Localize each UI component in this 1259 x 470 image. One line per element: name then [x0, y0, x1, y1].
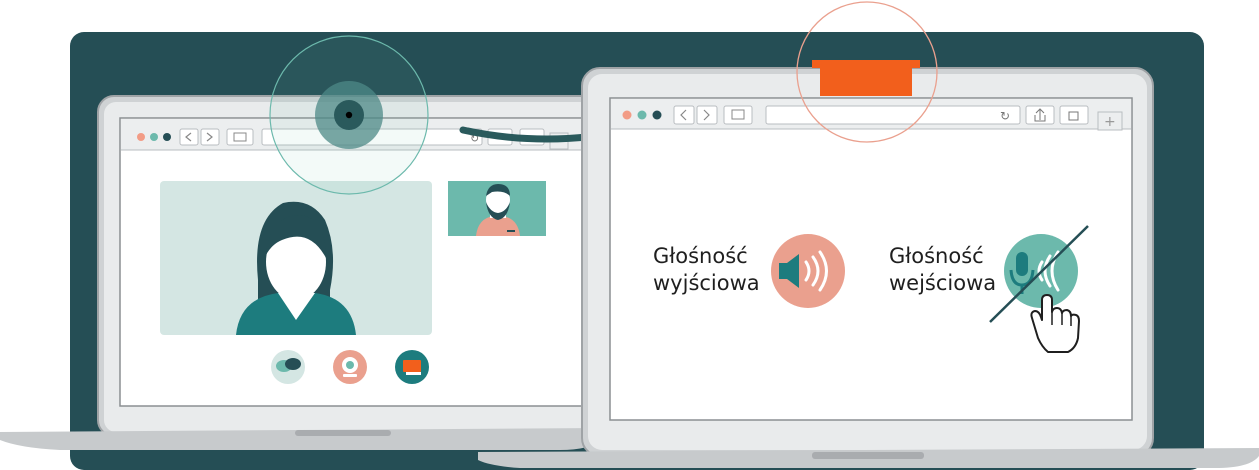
sidebar-button[interactable] — [723, 105, 753, 125]
input-volume-label: Głośność wejściowa — [889, 243, 996, 297]
window-minimize-dot[interactable] — [150, 133, 158, 141]
input-volume-label-line1: Głośność — [889, 244, 984, 268]
input-volume-label-line2: wejściowa — [889, 271, 997, 295]
window-zoom-dot[interactable] — [163, 133, 171, 141]
forward-button[interactable] — [696, 105, 718, 125]
forward-button[interactable] — [200, 128, 220, 146]
tabs-button[interactable] — [1059, 105, 1089, 125]
webcam-icon — [342, 357, 358, 377]
window-close-dot[interactable] — [137, 133, 145, 141]
right-laptop: ↻ + — [478, 1, 1259, 468]
address-bar[interactable] — [765, 105, 1021, 125]
svg-text:+: + — [1104, 114, 1116, 130]
sidebar-button[interactable] — [226, 128, 254, 146]
illustration: ↻ ↻ + — [0, 1, 1259, 468]
output-volume-label-line1: Głośność — [653, 244, 748, 268]
back-button[interactable] — [179, 128, 199, 146]
back-button[interactable] — [673, 105, 695, 125]
reload-icon[interactable]: ↻ — [1000, 109, 1010, 123]
window-minimize-dot[interactable] — [637, 110, 647, 120]
webcam-lens-icon — [345, 111, 353, 119]
output-volume-label-line2: wyjściowa — [653, 271, 760, 295]
left-webcam-highlight — [269, 35, 429, 195]
output-volume-label: Głośność wyjściowa — [653, 243, 760, 297]
window-zoom-dot[interactable] — [652, 110, 662, 120]
window-close-dot[interactable] — [622, 110, 632, 120]
